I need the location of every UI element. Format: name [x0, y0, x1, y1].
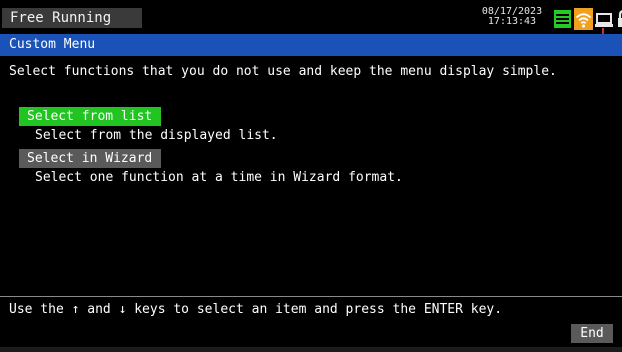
select-from-list-button[interactable]: Select from list [19, 107, 162, 126]
bottom-strip [0, 347, 622, 352]
select-in-wizard-button[interactable]: Select in Wizard [19, 149, 162, 168]
clock: 08/17/2023 17:13:43 [480, 7, 544, 27]
key-hint: Use the ↑ and ↓ keys to select an item a… [9, 302, 503, 317]
footer-divider [0, 296, 622, 297]
operating-mode: Free Running [2, 8, 142, 28]
select-from-list-description: Select from the displayed list. [35, 128, 278, 143]
memory-icon [553, 8, 572, 30]
wifi-icon [574, 8, 593, 30]
menu-description: Select functions that you do not use and… [9, 64, 557, 79]
network-icon [595, 8, 614, 30]
end-button[interactable]: End [571, 324, 613, 343]
status-bar: Free Running 08/17/2023 17:13:43 [0, 0, 622, 34]
select-in-wizard-description: Select one function at a time in Wizard … [35, 170, 403, 185]
device-screen: Free Running 08/17/2023 17:13:43 Custom … [0, 0, 622, 352]
lock-icon [615, 8, 622, 30]
menu-title: Custom Menu [0, 34, 622, 56]
clock-time: 17:13:43 [487, 16, 537, 27]
